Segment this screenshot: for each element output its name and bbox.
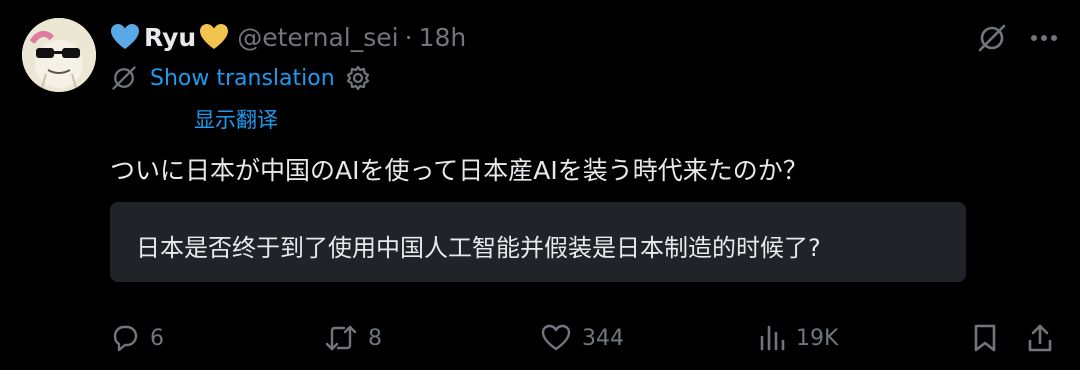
yellow-heart-icon xyxy=(199,23,229,51)
translation-row: Show translation xyxy=(110,60,371,96)
separator-dot: · xyxy=(404,22,413,52)
reply-count: 6 xyxy=(150,325,164,351)
translation-box: 日本是否终于到了使用中国人工智能并假装是日本制造的时候了? xyxy=(110,202,966,282)
top-right-actions xyxy=(976,22,1058,54)
blue-heart-icon xyxy=(110,23,140,51)
tweet-text: ついに日本が中国のAIを使って日本産AIを装う時代来たのか？ xyxy=(110,156,808,185)
reply-button[interactable]: 6 xyxy=(110,318,164,358)
like-button[interactable]: 344 xyxy=(540,318,624,358)
share-button[interactable] xyxy=(1026,318,1054,358)
avatar[interactable] xyxy=(22,18,96,92)
tweet-header: Ryu @eternal_sei · 18h xyxy=(110,18,466,56)
views-count: 19K xyxy=(796,325,839,351)
share-icon xyxy=(1026,323,1054,353)
views-icon xyxy=(758,323,786,353)
timestamp[interactable]: 18h xyxy=(419,23,467,52)
bookmark-icon xyxy=(972,323,998,353)
display-name-text: Ryu xyxy=(144,22,197,52)
grok-icon xyxy=(110,64,138,92)
like-count: 344 xyxy=(582,325,624,351)
display-name[interactable]: Ryu xyxy=(110,23,229,52)
more-icon[interactable] xyxy=(1030,34,1058,42)
action-bar: 6 8 344 19K xyxy=(110,318,1060,358)
views-button[interactable]: 19K xyxy=(758,318,838,358)
tweet: Ryu @eternal_sei · 18h Show translation … xyxy=(0,0,1080,370)
user-handle[interactable]: @eternal_sei xyxy=(237,23,398,52)
reply-icon xyxy=(110,323,140,353)
gear-icon[interactable] xyxy=(345,65,371,91)
translation-text: 日本是否终于到了使用中国人工智能并假装是日本制造的时候了? xyxy=(136,234,821,262)
bookmark-button[interactable] xyxy=(972,318,998,358)
repost-icon xyxy=(324,323,358,353)
repost-count: 8 xyxy=(368,325,382,351)
grok-icon[interactable] xyxy=(976,22,1008,54)
translated-label[interactable]: 显示翻译 xyxy=(194,104,278,134)
show-translation-link[interactable]: Show translation xyxy=(150,66,335,91)
repost-button[interactable]: 8 xyxy=(324,318,382,358)
like-icon xyxy=(540,323,572,353)
